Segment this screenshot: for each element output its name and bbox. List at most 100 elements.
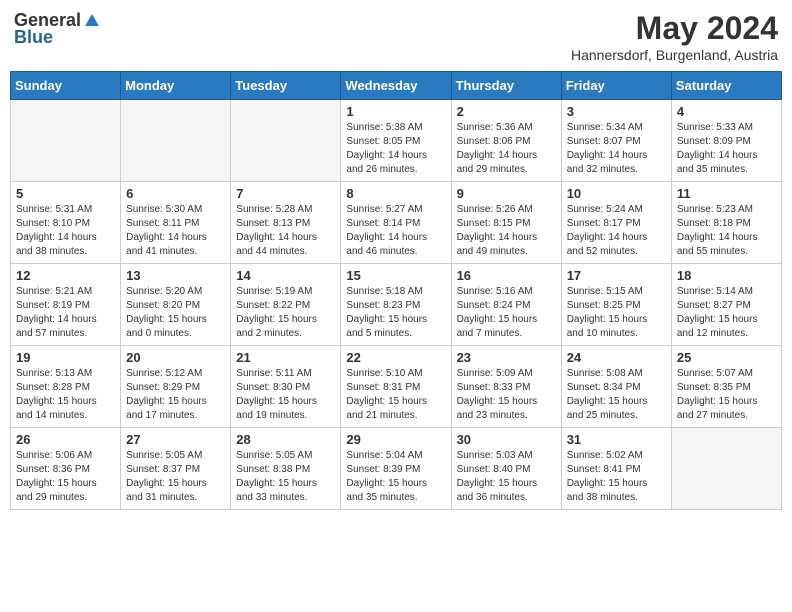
day-info: Sunrise: 5:13 AM Sunset: 8:28 PM Dayligh… (16, 367, 115, 423)
day-info: Sunrise: 5:14 AM Sunset: 8:27 PM Dayligh… (677, 285, 776, 341)
day-number: 18 (677, 268, 776, 283)
logo: General Blue (14, 10, 101, 48)
day-info: Sunrise: 5:12 AM Sunset: 8:29 PM Dayligh… (126, 367, 225, 423)
calendar-cell: 14 Sunrise: 5:19 AM Sunset: 8:22 PM Dayli… (231, 264, 341, 346)
day-info: Sunrise: 5:20 AM Sunset: 8:20 PM Dayligh… (126, 285, 225, 341)
calendar-cell: 31 Sunrise: 5:02 AM Sunset: 8:41 PM Dayli… (561, 428, 671, 510)
day-info: Sunrise: 5:09 AM Sunset: 8:33 PM Dayligh… (457, 367, 556, 423)
header-thursday: Thursday (451, 72, 561, 100)
day-info: Sunrise: 5:34 AM Sunset: 8:07 PM Dayligh… (567, 121, 666, 177)
header-row: SundayMondayTuesdayWednesdayThursdayFrid… (11, 72, 782, 100)
calendar-cell: 9 Sunrise: 5:26 AM Sunset: 8:15 PM Daylig… (451, 182, 561, 264)
day-number: 10 (567, 186, 666, 201)
subtitle: Hannersdorf, Burgenland, Austria (571, 47, 778, 63)
day-info: Sunrise: 5:38 AM Sunset: 8:05 PM Dayligh… (346, 121, 445, 177)
calendar-week-4: 19 Sunrise: 5:13 AM Sunset: 8:28 PM Dayli… (11, 346, 782, 428)
calendar-cell: 16 Sunrise: 5:16 AM Sunset: 8:24 PM Dayli… (451, 264, 561, 346)
day-number: 14 (236, 268, 335, 283)
day-info: Sunrise: 5:27 AM Sunset: 8:14 PM Dayligh… (346, 203, 445, 259)
calendar-cell: 24 Sunrise: 5:08 AM Sunset: 8:34 PM Dayli… (561, 346, 671, 428)
day-info: Sunrise: 5:15 AM Sunset: 8:25 PM Dayligh… (567, 285, 666, 341)
day-number: 30 (457, 432, 556, 447)
day-info: Sunrise: 5:30 AM Sunset: 8:11 PM Dayligh… (126, 203, 225, 259)
day-number: 4 (677, 104, 776, 119)
calendar-cell: 6 Sunrise: 5:30 AM Sunset: 8:11 PM Daylig… (121, 182, 231, 264)
day-info: Sunrise: 5:03 AM Sunset: 8:40 PM Dayligh… (457, 449, 556, 505)
day-number: 23 (457, 350, 556, 365)
calendar-cell: 3 Sunrise: 5:34 AM Sunset: 8:07 PM Daylig… (561, 100, 671, 182)
day-number: 1 (346, 104, 445, 119)
day-number: 21 (236, 350, 335, 365)
day-number: 28 (236, 432, 335, 447)
calendar-cell: 12Sunrise: 5:21 AM Sunset: 8:19 PM Dayli… (11, 264, 121, 346)
calendar-cell: 10 Sunrise: 5:24 AM Sunset: 8:17 PM Dayli… (561, 182, 671, 264)
day-info: Sunrise: 5:19 AM Sunset: 8:22 PM Dayligh… (236, 285, 335, 341)
day-info: Sunrise: 5:16 AM Sunset: 8:24 PM Dayligh… (457, 285, 556, 341)
day-info: Sunrise: 5:02 AM Sunset: 8:41 PM Dayligh… (567, 449, 666, 505)
calendar-cell: 7Sunrise: 5:28 AM Sunset: 8:13 PM Daylig… (231, 182, 341, 264)
title-block: May 2024 Hannersdorf, Burgenland, Austri… (571, 10, 778, 63)
calendar-cell: 4 Sunrise: 5:33 AM Sunset: 8:09 PM Daylig… (671, 100, 781, 182)
calendar-cell: 17 Sunrise: 5:15 AM Sunset: 8:25 PM Dayli… (561, 264, 671, 346)
calendar-cell (121, 100, 231, 182)
calendar-cell: 21 Sunrise: 5:11 AM Sunset: 8:30 PM Dayli… (231, 346, 341, 428)
day-number: 13 (126, 268, 225, 283)
day-info: Sunrise: 5:23 AM Sunset: 8:18 PM Dayligh… (677, 203, 776, 259)
header-saturday: Saturday (671, 72, 781, 100)
day-number: 5 (16, 186, 115, 201)
header-tuesday: Tuesday (231, 72, 341, 100)
day-number: 8 (346, 186, 445, 201)
day-info: Sunrise: 5:04 AM Sunset: 8:39 PM Dayligh… (346, 449, 445, 505)
day-number: 29 (346, 432, 445, 447)
calendar-cell: 28 Sunrise: 5:05 AM Sunset: 8:38 PM Dayli… (231, 428, 341, 510)
calendar-cell: 8 Sunrise: 5:27 AM Sunset: 8:14 PM Daylig… (341, 182, 451, 264)
calendar-cell: 13 Sunrise: 5:20 AM Sunset: 8:20 PM Dayli… (121, 264, 231, 346)
day-info: Sunrise: 5:06 AM Sunset: 8:36 PM Dayligh… (16, 449, 115, 505)
day-info: Sunrise: 5:18 AM Sunset: 8:23 PM Dayligh… (346, 285, 445, 341)
day-number: 27 (126, 432, 225, 447)
day-info: Sunrise: 5:31 AM Sunset: 8:10 PM Dayligh… (16, 203, 115, 259)
day-number: 22 (346, 350, 445, 365)
day-number: 16 (457, 268, 556, 283)
calendar-cell: 29 Sunrise: 5:04 AM Sunset: 8:39 PM Dayli… (341, 428, 451, 510)
header-wednesday: Wednesday (341, 72, 451, 100)
day-number: 11 (677, 186, 776, 201)
calendar-cell: 18 Sunrise: 5:14 AM Sunset: 8:27 PM Dayli… (671, 264, 781, 346)
day-info: Sunrise: 5:10 AM Sunset: 8:31 PM Dayligh… (346, 367, 445, 423)
day-info: Sunrise: 5:33 AM Sunset: 8:09 PM Dayligh… (677, 121, 776, 177)
day-number: 24 (567, 350, 666, 365)
header-monday: Monday (121, 72, 231, 100)
month-title: May 2024 (571, 10, 778, 47)
calendar-cell: 25Sunrise: 5:07 AM Sunset: 8:35 PM Dayli… (671, 346, 781, 428)
day-number: 7 (236, 186, 335, 201)
calendar-cell: 27 Sunrise: 5:05 AM Sunset: 8:37 PM Dayli… (121, 428, 231, 510)
day-number: 17 (567, 268, 666, 283)
calendar-cell: 5 Sunrise: 5:31 AM Sunset: 8:10 PM Daylig… (11, 182, 121, 264)
day-info: Sunrise: 5:05 AM Sunset: 8:37 PM Dayligh… (126, 449, 225, 505)
calendar-cell: 26 Sunrise: 5:06 AM Sunset: 8:36 PM Dayli… (11, 428, 121, 510)
day-info: Sunrise: 5:05 AM Sunset: 8:38 PM Dayligh… (236, 449, 335, 505)
calendar-cell: 11 Sunrise: 5:23 AM Sunset: 8:18 PM Dayli… (671, 182, 781, 264)
calendar-cell (671, 428, 781, 510)
day-number: 31 (567, 432, 666, 447)
day-info: Sunrise: 5:26 AM Sunset: 8:15 PM Dayligh… (457, 203, 556, 259)
calendar-cell: 1 Sunrise: 5:38 AM Sunset: 8:05 PM Daylig… (341, 100, 451, 182)
day-number: 6 (126, 186, 225, 201)
calendar-week-3: 12Sunrise: 5:21 AM Sunset: 8:19 PM Dayli… (11, 264, 782, 346)
day-info: Sunrise: 5:07 AM Sunset: 8:35 PM Dayligh… (677, 367, 776, 423)
day-number: 26 (16, 432, 115, 447)
day-number: 20 (126, 350, 225, 365)
calendar-cell: 2Sunrise: 5:36 AM Sunset: 8:06 PM Daylig… (451, 100, 561, 182)
logo-icon (83, 12, 101, 30)
day-number: 9 (457, 186, 556, 201)
day-number: 19 (16, 350, 115, 365)
day-info: Sunrise: 5:24 AM Sunset: 8:17 PM Dayligh… (567, 203, 666, 259)
day-info: Sunrise: 5:11 AM Sunset: 8:30 PM Dayligh… (236, 367, 335, 423)
day-info: Sunrise: 5:08 AM Sunset: 8:34 PM Dayligh… (567, 367, 666, 423)
calendar-week-1: 1 Sunrise: 5:38 AM Sunset: 8:05 PM Daylig… (11, 100, 782, 182)
calendar-cell: 15Sunrise: 5:18 AM Sunset: 8:23 PM Dayli… (341, 264, 451, 346)
calendar-week-2: 5 Sunrise: 5:31 AM Sunset: 8:10 PM Daylig… (11, 182, 782, 264)
page-header: General Blue May 2024 Hannersdorf, Burge… (10, 10, 782, 63)
calendar-cell: 30 Sunrise: 5:03 AM Sunset: 8:40 PM Dayli… (451, 428, 561, 510)
day-number: 3 (567, 104, 666, 119)
